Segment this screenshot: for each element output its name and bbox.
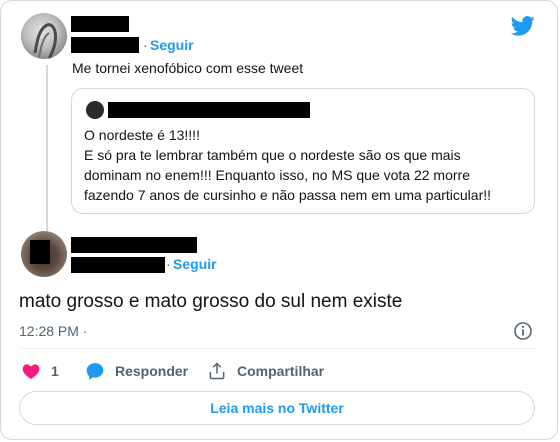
reply-author-name-redacted bbox=[71, 16, 129, 32]
main-author-handle-redacted bbox=[71, 257, 165, 273]
like-count: 1 bbox=[51, 363, 59, 379]
divider bbox=[19, 348, 535, 349]
tweet-timestamp[interactable]: 12:28 PM · bbox=[19, 323, 87, 339]
tweet-embed-card: · Seguir Me tornei xenofóbico com esse t… bbox=[0, 0, 558, 440]
avatar-photo-icon bbox=[33, 23, 57, 59]
reply-tweet-text: Me tornei xenofóbico com esse tweet bbox=[72, 60, 304, 76]
quoted-tweet[interactable]: O nordeste é 13!!!! E só pra te lembrar … bbox=[71, 88, 535, 214]
quoted-line: fazendo 7 anos de cursinho e não passa n… bbox=[84, 187, 492, 203]
reply-follow-link[interactable]: Seguir bbox=[150, 37, 194, 53]
share-upload-icon bbox=[209, 362, 225, 380]
thread-connector-line bbox=[46, 65, 48, 231]
quoted-line: dominam no enem!!! Enquanto isso, no MS … bbox=[84, 167, 470, 183]
share-label: Compartilhar bbox=[237, 363, 325, 379]
twitter-bird-icon[interactable] bbox=[511, 15, 535, 37]
reply-bubble-icon bbox=[86, 363, 104, 380]
info-icon[interactable] bbox=[513, 321, 533, 341]
main-author-name-redacted bbox=[71, 237, 197, 253]
reply-author-avatar[interactable] bbox=[21, 13, 67, 59]
read-more-button[interactable]: Leia mais no Twitter bbox=[19, 391, 535, 425]
heart-icon bbox=[22, 364, 40, 379]
dot-separator: · bbox=[166, 256, 171, 272]
quoted-line: E só pra te lembrar também que o nordest… bbox=[84, 147, 461, 163]
main-author-avatar[interactable] bbox=[21, 231, 67, 277]
quoted-author-avatar bbox=[86, 101, 104, 119]
quoted-tweet-text: O nordeste é 13!!!! E só pra te lembrar … bbox=[84, 125, 524, 205]
reply-action[interactable]: Responder bbox=[85, 361, 188, 381]
main-follow-link[interactable]: Seguir bbox=[173, 256, 217, 272]
main-avatar-redacted bbox=[30, 240, 50, 264]
quoted-author-name-redacted bbox=[108, 102, 310, 118]
share-action[interactable]: Compartilhar bbox=[207, 361, 324, 381]
main-tweet-text: mato grosso e mato grosso do sul nem exi… bbox=[19, 291, 403, 312]
reply-author-handle-redacted bbox=[71, 37, 139, 53]
quoted-line: O nordeste é 13!!!! bbox=[84, 127, 200, 143]
dot-separator: · bbox=[143, 37, 148, 53]
like-action[interactable]: 1 bbox=[21, 361, 59, 381]
reply-label: Responder bbox=[115, 363, 189, 379]
